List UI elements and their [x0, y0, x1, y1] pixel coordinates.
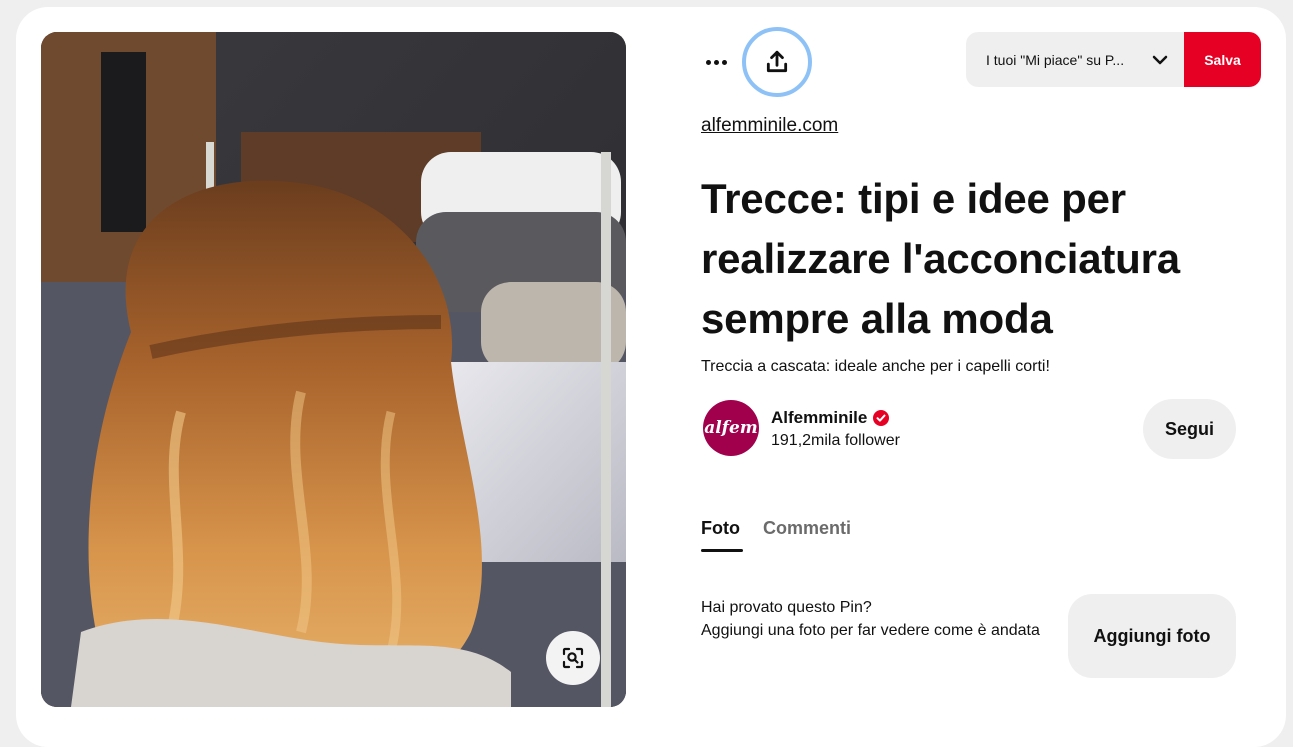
creator-name-row[interactable]: Alfemminile [771, 408, 890, 428]
tab-foto[interactable]: Foto [701, 518, 740, 539]
add-photo-button[interactable]: Aggiungi foto [1068, 594, 1236, 678]
creator-name: Alfemminile [771, 408, 868, 427]
source-link[interactable]: alfemminile.com [701, 115, 838, 137]
active-tab-indicator [701, 549, 743, 552]
board-select-dropdown[interactable]: I tuoi "Mi piace" su P... [966, 32, 1186, 87]
ellipsis-icon [705, 59, 711, 65]
pin-image[interactable] [41, 32, 626, 707]
share-upload-icon [766, 50, 788, 73]
creator-avatar[interactable]: alfem [703, 400, 759, 456]
tried-pin-prompt: Hai provato questo Pin? Aggiungi una fot… [701, 596, 1041, 642]
share-button[interactable] [742, 27, 812, 97]
visual-search-icon [562, 647, 584, 669]
pin-closeup-card: I tuoi "Mi piace" su P... Salva alfemmin… [16, 7, 1286, 747]
verified-badge-icon [873, 410, 890, 426]
follower-count: 191,2mila follower [771, 432, 900, 449]
follow-button[interactable]: Segui [1143, 399, 1236, 459]
pin-description: Treccia a cascata: ideale anche per i ca… [701, 358, 1050, 375]
save-button[interactable]: Salva [1184, 32, 1261, 87]
chevron-down-icon [1152, 55, 1168, 65]
tried-pin-hint: Aggiungi una foto per far vedere come è … [701, 622, 1040, 639]
tried-pin-question: Hai provato questo Pin? [701, 599, 872, 616]
more-options-button[interactable] [701, 38, 731, 86]
visual-search-button[interactable] [546, 631, 600, 685]
board-select-label: I tuoi "Mi piace" su P... [986, 51, 1125, 68]
tab-comments[interactable]: Commenti [763, 518, 851, 539]
pin-title: Trecce: tipi e idee per realizzare l'acc… [701, 175, 1180, 342]
pin-photo [41, 32, 626, 707]
pin-details-panel: I tuoi "Mi piace" su P... Salva alfemmin… [701, 7, 1271, 724]
